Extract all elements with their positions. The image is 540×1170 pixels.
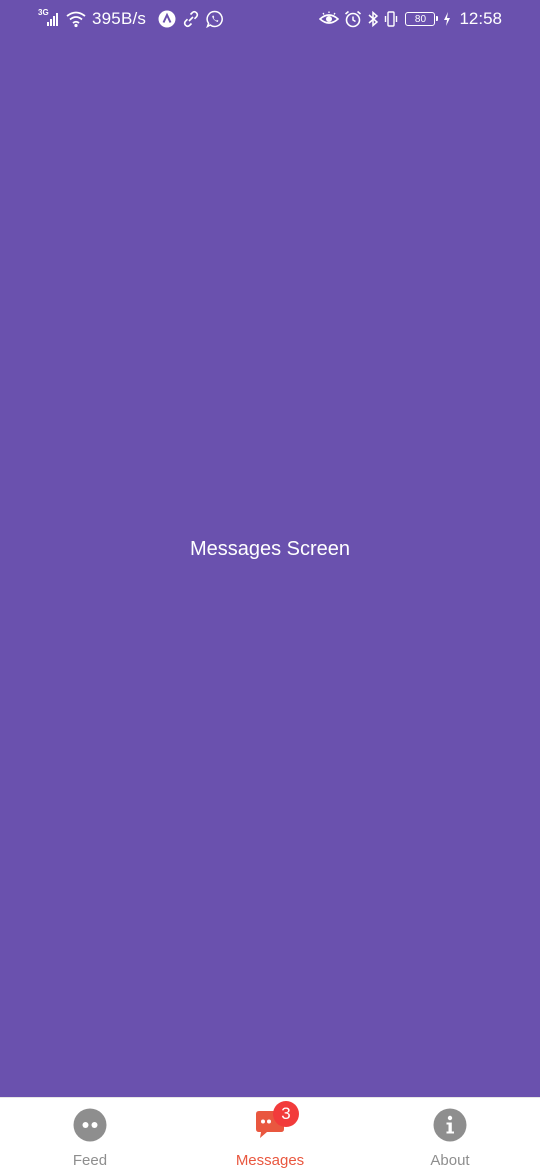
- status-bar-left: 3G 395B/s: [38, 6, 224, 32]
- info-icon: [433, 1108, 467, 1142]
- unread-badge: 3: [273, 1101, 299, 1127]
- battery-icon: 80: [405, 12, 439, 26]
- data-speed: 395B/s: [92, 9, 147, 28]
- clock: 12:58: [459, 9, 502, 28]
- status-bar: 3G 395B/s 80 12:58: [0, 0, 540, 38]
- alarm-icon: [344, 10, 362, 28]
- app-notification-icon: [158, 10, 176, 28]
- app-screen: 3G 395B/s 80 12:58 Messages Screen Feed …: [0, 0, 540, 1170]
- tab-feed[interactable]: Feed: [0, 1098, 180, 1170]
- network-type-label: 3G: [38, 8, 49, 17]
- bottom-tab-bar: Feed 3 Messages About: [0, 1097, 540, 1170]
- chat-icon: 3: [253, 1101, 299, 1142]
- tab-messages-label: Messages: [235, 1152, 305, 1169]
- battery-level: 80: [414, 13, 427, 25]
- status-bar-right: 80 12:58: [319, 6, 502, 32]
- tab-about-label: About: [430, 1152, 470, 1169]
- cellular-signal-icon: 3G: [38, 8, 60, 28]
- vibrate-icon: [384, 10, 398, 28]
- tab-feed-label: Feed: [72, 1152, 108, 1169]
- feed-icon: [73, 1108, 107, 1142]
- tab-messages[interactable]: 3 Messages: [180, 1098, 360, 1170]
- link-icon: [182, 10, 200, 28]
- bluetooth-icon: [367, 10, 379, 28]
- messages-screen-content: Messages Screen: [0, 38, 540, 1097]
- whatsapp-icon: [206, 10, 224, 28]
- eye-comfort-icon: [319, 11, 340, 27]
- tab-about[interactable]: About: [360, 1098, 540, 1170]
- wifi-icon: [66, 10, 86, 28]
- screen-title: Messages Screen: [189, 538, 351, 560]
- charging-icon: [443, 12, 451, 26]
